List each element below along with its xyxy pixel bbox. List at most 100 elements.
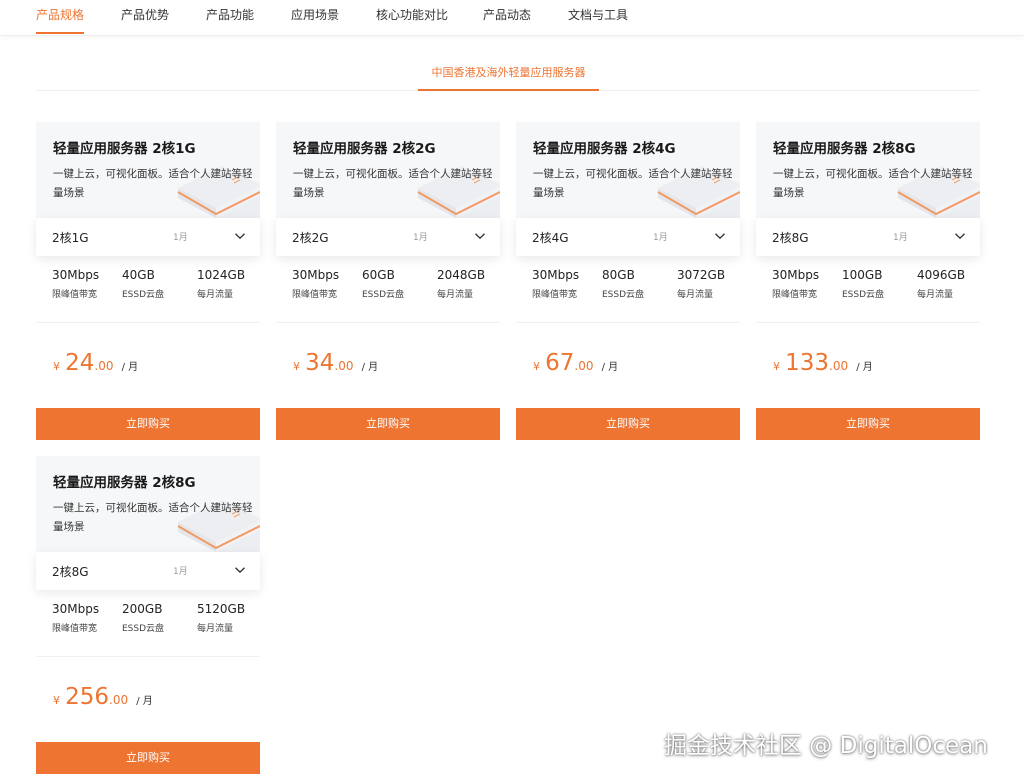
spec-select[interactable]: 2核2G 1月: [276, 218, 500, 256]
plan-card-header: 轻量应用服务器 2核8G 一键上云，可视化面板。适合个人建站等轻量场景: [756, 122, 980, 218]
spec-value: 60GB: [362, 268, 395, 282]
spec-label: 限峰值带宽: [52, 624, 98, 634]
plan-card-header: 轻量应用服务器 2核4G 一键上云，可视化面板。适合个人建站等轻量场景: [516, 122, 740, 218]
spec-select-value: 2核4G: [532, 231, 569, 245]
spec-traffic: 3072GB 每月流量: [677, 268, 725, 300]
price: ¥ 256.00 / 月: [53, 684, 153, 710]
spec-label: 每月流量: [437, 290, 474, 300]
tab-product-features[interactable]: 产品功能: [206, 0, 254, 34]
plan-card: 轻量应用服务器 2核8G 一键上云，可视化面板。适合个人建站等轻量场景 2核8G…: [756, 122, 980, 440]
price: ¥ 34.00 / 月: [293, 350, 378, 376]
plan-title: 轻量应用服务器 2核2G: [293, 141, 436, 157]
spec-value: 2048GB: [437, 268, 486, 282]
chevron-down-icon: [475, 233, 485, 240]
spec-label: 每月流量: [677, 290, 714, 300]
tab-hk-overseas[interactable]: 中国香港及海外轻量应用服务器: [418, 60, 599, 91]
spec-select-value: 2核8G: [52, 565, 89, 579]
period-label: 1月: [653, 233, 668, 243]
spec-value: 30Mbps: [532, 268, 580, 282]
spec-bandwidth: 30Mbps 限峰值带宽: [532, 268, 579, 300]
spec-label: 每月流量: [917, 290, 954, 300]
currency-symbol: ¥: [53, 694, 60, 707]
spec-bandwidth: 30Mbps 限峰值带宽: [52, 268, 99, 300]
spec-label: ESSD云盘: [362, 290, 405, 300]
spec-value: 30Mbps: [52, 268, 100, 282]
spec-list: 30Mbps 限峰值带宽 40GB ESSD云盘 1024GB 每月流量: [36, 256, 260, 323]
price-integer: 133: [785, 350, 829, 376]
spec-traffic: 1024GB 每月流量: [197, 268, 245, 300]
spec-disk: 200GB ESSD云盘: [122, 602, 164, 634]
price: ¥ 24.00 / 月: [53, 350, 138, 376]
plan-card-header: 轻量应用服务器 2核1G 一键上云，可视化面板。适合个人建站等轻量场景: [36, 122, 260, 218]
plan-card: 轻量应用服务器 2核2G 一键上云，可视化面板。适合个人建站等轻量场景 2核2G…: [276, 122, 500, 440]
spec-label: ESSD云盘: [842, 290, 885, 300]
plan-card: 轻量应用服务器 2核1G 一键上云，可视化面板。适合个人建站等轻量场景 2核1G…: [36, 122, 260, 440]
plan-description: 一键上云，可视化面板。适合个人建站等轻量场景: [293, 168, 493, 199]
spec-label: 限峰值带宽: [292, 290, 338, 300]
spec-list: 30Mbps 限峰值带宽 60GB ESSD云盘 2048GB 每月流量: [276, 256, 500, 323]
spec-value: 80GB: [602, 268, 635, 282]
spec-select[interactable]: 2核8G 1月: [36, 552, 260, 590]
spec-select[interactable]: 2核1G 1月: [36, 218, 260, 256]
spec-bandwidth: 30Mbps 限峰值带宽: [772, 268, 819, 300]
spec-select[interactable]: 2核4G 1月: [516, 218, 740, 256]
spec-label: 限峰值带宽: [52, 290, 98, 300]
buy-now-button[interactable]: 立即购买: [756, 408, 980, 440]
spec-traffic: 4096GB 每月流量: [917, 268, 965, 300]
plan-card: 轻量应用服务器 2核4G 一键上云，可视化面板。适合个人建站等轻量场景 2核4G…: [516, 122, 740, 440]
chevron-down-icon: [955, 233, 965, 240]
price: ¥ 133.00 / 月: [773, 350, 873, 376]
price-integer: 24: [65, 350, 95, 376]
tab-product-advantages[interactable]: 产品优势: [121, 0, 169, 34]
spec-disk: 80GB ESSD云盘: [602, 268, 644, 300]
spec-value: 4096GB: [917, 268, 966, 282]
plan-card-header: 轻量应用服务器 2核8G 一键上云，可视化面板。适合个人建站等轻量场景: [36, 456, 260, 552]
plan-title: 轻量应用服务器 2核8G: [773, 141, 916, 157]
spec-value: 40GB: [122, 268, 155, 282]
period-label: 1月: [173, 567, 188, 577]
spec-label: ESSD云盘: [122, 624, 165, 634]
spec-label: ESSD云盘: [602, 290, 645, 300]
chevron-down-icon: [235, 567, 245, 574]
price-unit: / 月: [361, 362, 379, 373]
spec-disk: 40GB ESSD云盘: [122, 268, 164, 300]
plan-title: 轻量应用服务器 2核4G: [533, 141, 676, 157]
spec-label: 限峰值带宽: [772, 290, 818, 300]
price-decimal: .00: [109, 693, 129, 707]
currency-symbol: ¥: [773, 360, 780, 373]
plan-card: 轻量应用服务器 2核8G 一键上云，可视化面板。适合个人建站等轻量场景 2核8G…: [36, 456, 260, 774]
spec-select[interactable]: 2核8G 1月: [756, 218, 980, 256]
price-decimal: .00: [94, 359, 114, 373]
price-unit: / 月: [856, 362, 873, 373]
top-nav: 产品规格 产品优势 产品功能 应用场景 核心功能对比 产品动态 文档与工具: [0, 0, 1024, 36]
spec-label: ESSD云盘: [122, 290, 165, 300]
price-unit: / 月: [601, 362, 619, 373]
tab-core-comparison[interactable]: 核心功能对比: [376, 0, 448, 34]
region-tabs: 中国香港及海外轻量应用服务器: [36, 60, 980, 91]
tab-docs-tools[interactable]: 文档与工具: [568, 0, 628, 34]
spec-bandwidth: 30Mbps 限峰值带宽: [52, 602, 99, 634]
price-decimal: .00: [574, 359, 594, 373]
spec-bandwidth: 30Mbps 限峰值带宽: [292, 268, 339, 300]
spec-value: 30Mbps: [52, 602, 100, 616]
tab-use-cases[interactable]: 应用场景: [291, 0, 339, 34]
spec-select-value: 2核2G: [292, 231, 329, 245]
spec-list: 30Mbps 限峰值带宽 200GB ESSD云盘 5120GB 每月流量: [36, 590, 260, 657]
plan-description: 一键上云，可视化面板。适合个人建站等轻量场景: [53, 168, 253, 199]
currency-symbol: ¥: [533, 360, 540, 373]
currency-symbol: ¥: [53, 360, 60, 373]
tab-product-news[interactable]: 产品动态: [483, 0, 531, 34]
spec-label: 每月流量: [197, 290, 234, 300]
spec-traffic: 2048GB 每月流量: [437, 268, 485, 300]
plan-card-header: 轻量应用服务器 2核2G 一键上云，可视化面板。适合个人建站等轻量场景: [276, 122, 500, 218]
spec-value: 30Mbps: [772, 268, 820, 282]
buy-now-button[interactable]: 立即购买: [36, 742, 260, 774]
plan-description: 一键上云，可视化面板。适合个人建站等轻量场景: [773, 168, 973, 199]
tab-product-specs[interactable]: 产品规格: [36, 0, 85, 34]
buy-now-button[interactable]: 立即购买: [516, 408, 740, 440]
spec-value: 100GB: [842, 268, 883, 282]
buy-now-button[interactable]: 立即购买: [36, 408, 260, 440]
buy-now-button[interactable]: 立即购买: [276, 408, 500, 440]
spec-select-value: 2核1G: [52, 231, 89, 245]
spec-list: 30Mbps 限峰值带宽 100GB ESSD云盘 4096GB 每月流量: [756, 256, 980, 323]
